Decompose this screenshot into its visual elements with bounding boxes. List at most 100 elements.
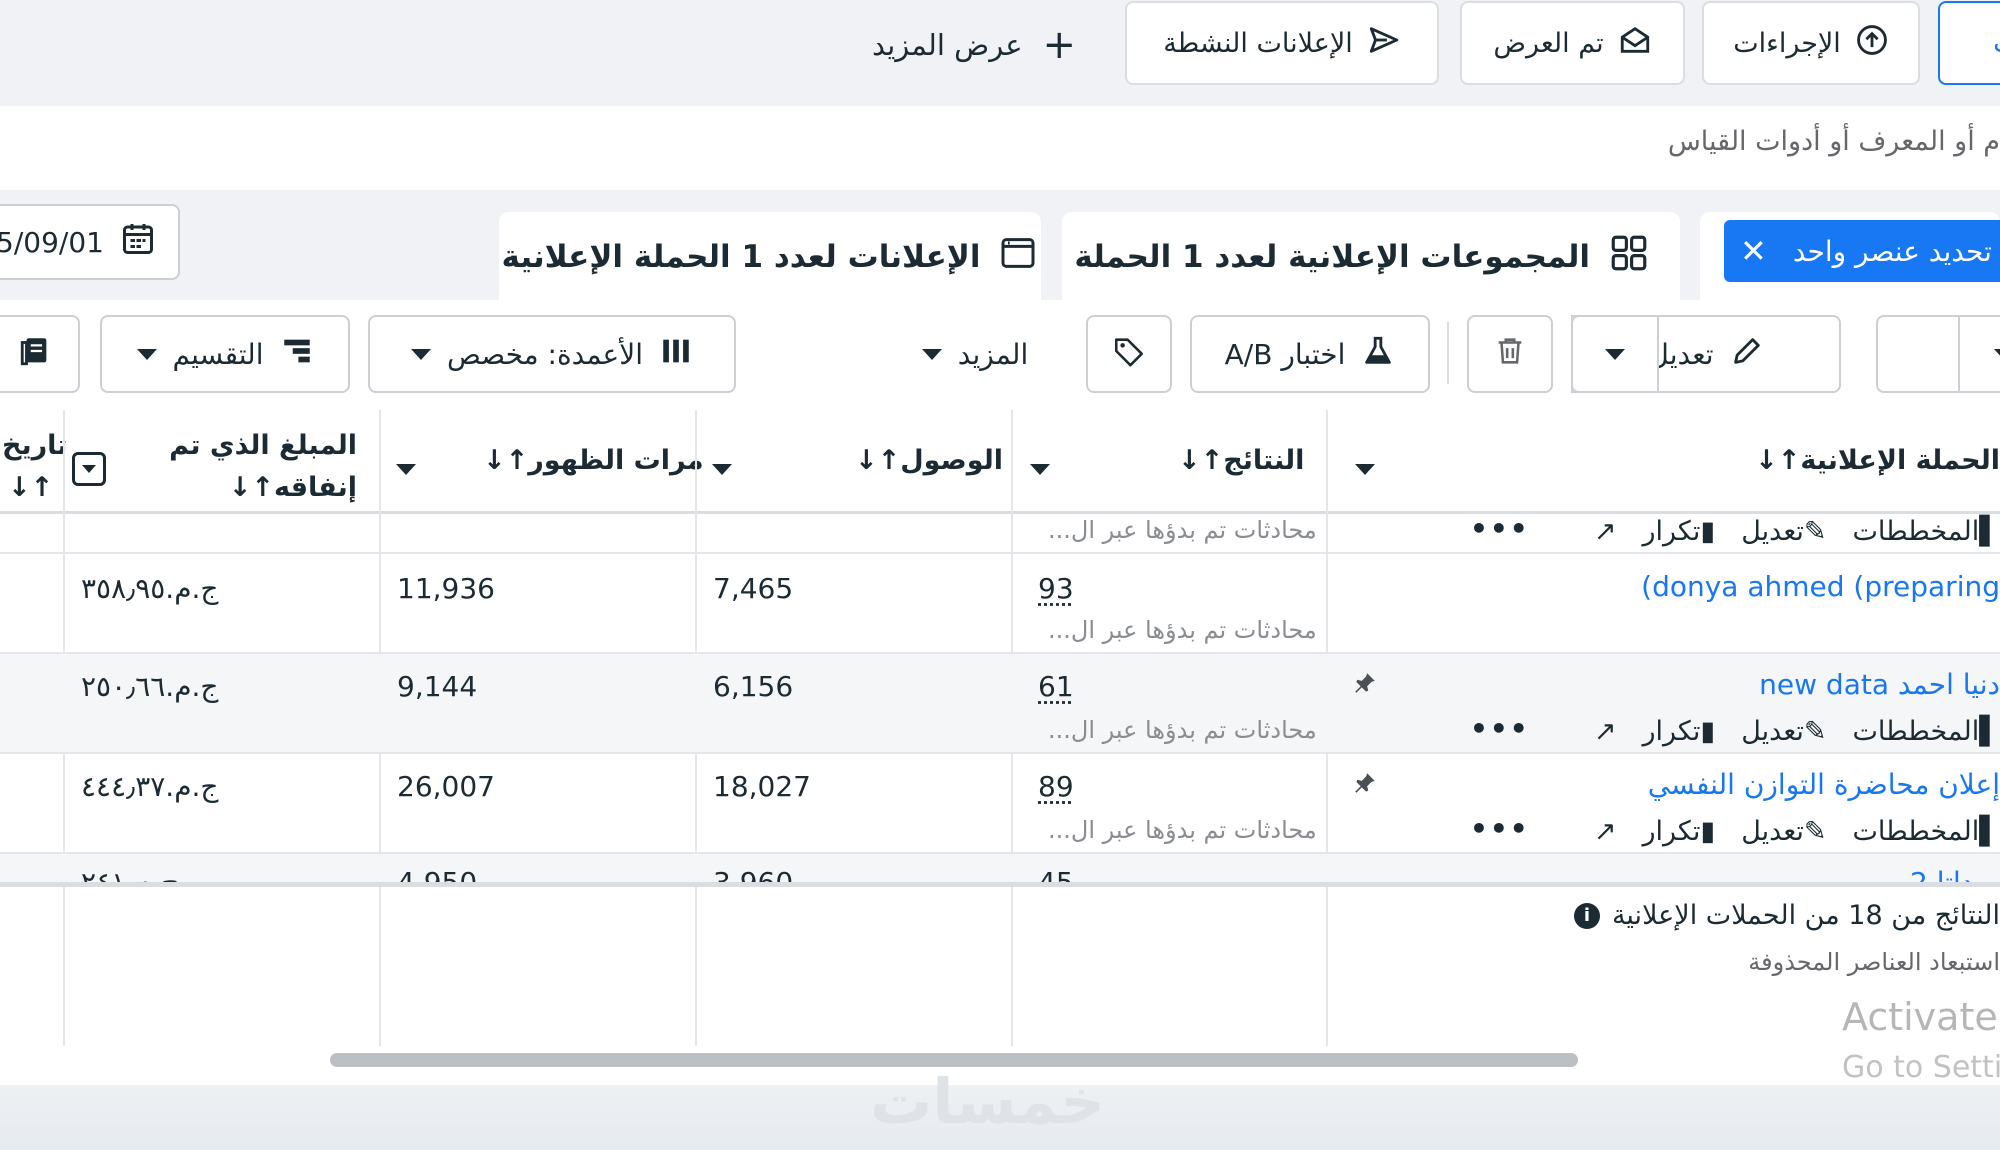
filter-actions[interactable]: الإجراءات [1702,1,1920,85]
row-more-button[interactable]: ••• [1470,812,1530,845]
row-actions: ▌المخططات ✎تعديل ▮تكرار ↗ [1594,516,2000,547]
row-actions: ▌المخططات ✎تعديل ▮تكرار ↗ [1594,816,2000,847]
more-views-button[interactable]: + عرض المزيد [872,22,1076,68]
duplicate-label: تكرار [1642,816,1700,847]
campaign-name-link[interactable]: ...داتا 2 [1910,866,2000,887]
more-button[interactable]: المزيد [900,315,1050,393]
reports-button[interactable] [0,315,80,393]
search-input[interactable]: م أو المعرف أو أدوات القياس [1668,126,2000,157]
edit-dropdown-button[interactable] [1571,315,1659,393]
external-link-icon[interactable]: ↗ [1594,516,1617,547]
activate-windows-overlay: Activate [1842,995,1998,1039]
header-reach[interactable]: الوصول↑↓ [855,445,1003,476]
duplicate-icon: ▮ [1700,516,1715,547]
header-campaign[interactable]: الحملة الإعلانية↑↓ [1755,445,2000,476]
duplicate-link[interactable]: ▮تكرار [1642,716,1715,747]
external-link-icon[interactable]: ↗ [1594,716,1617,747]
spent-value: ج.م.‏٢٥٠٫٦٦ [81,670,219,703]
filter-active-ads-label: الإعلانات النشطة [1163,28,1352,59]
watermark-logo: خمسات [870,1065,1105,1138]
tab-ad-sets[interactable]: المجموعات الإعلانية لعدد 1 الحملة الإ [1062,212,1680,302]
row-more-button[interactable]: ••• [1470,512,1530,545]
chart-icon: ▌ [1979,816,2000,847]
date-range-label: 5/09/01 [0,226,104,259]
tag-button[interactable] [1086,315,1172,393]
results-value[interactable]: 61 [1038,670,1074,703]
split-divider [1958,317,1960,391]
close-icon[interactable]: ✕ [1740,232,1767,270]
results-value[interactable]: 89 [1038,770,1074,803]
plus-icon: + [1043,25,1077,65]
results-subtext: محادثات تم بدؤها عبر ال... [1048,616,1317,644]
filter-delivered[interactable]: تم العرض [1460,1,1685,85]
flask-icon [1361,334,1395,375]
duplicate-link[interactable]: ▮تكرار [1642,516,1715,547]
pin-icon[interactable] [1352,770,1378,796]
create-dropdown-button[interactable] [1876,315,2000,393]
pencil-icon: ✎ [1804,516,1827,547]
header-spent-line2[interactable]: إنفاقه↑↓ [229,472,357,503]
selected-items-chip[interactable]: ✕ تحديد عنصر واحد [1724,220,2000,282]
external-link-icon[interactable]: ↗ [1594,816,1617,847]
chevron-down-icon [1605,349,1625,360]
edit-link[interactable]: ✎تعديل [1741,816,1826,847]
header-spent-line1[interactable]: المبلغ الذي تم [169,430,357,461]
trash-icon [1493,334,1527,375]
ab-test-button[interactable]: اختبار A/B [1190,315,1430,393]
impressions-value: 11,936 [397,572,495,605]
edit-link[interactable]: ✎تعديل [1741,516,1826,547]
charts-label: المخططات [1853,516,1980,547]
charts-link[interactable]: ▌المخططات [1853,516,2000,547]
chevron-down-icon [1355,464,1375,475]
header-impressions[interactable]: مرات الظهور↑↓ [483,445,704,476]
charts-link[interactable]: ▌المخططات [1853,716,2000,747]
chevron-down-icon [1030,464,1050,475]
duplicate-link[interactable]: ▮تكرار [1642,816,1715,847]
header-impressions-menu[interactable] [396,460,416,479]
header-spent-menu[interactable] [72,452,106,486]
chart-icon: ▌ [1979,516,2000,547]
header-date-line1[interactable]: تاريخ [2,430,67,461]
columns-button[interactable]: الأعمدة: مخصص [368,315,736,393]
columns-label: الأعمدة: مخصص [447,338,643,371]
date-range-button[interactable]: 5/09/01 [0,204,180,280]
header-reach-menu[interactable] [712,460,732,479]
campaign-name-link[interactable]: (donya ahmed (preparing [1641,570,2000,603]
info-icon[interactable]: i [1574,903,1600,929]
filter-tab-campaigns[interactable]: ات [1938,1,2000,85]
charts-label: المخططات [1853,816,1980,847]
tab-ads[interactable]: الإعلانات لعدد 1 الحملة الإعلانية [499,212,1041,302]
reach-value: 6,156 [713,670,793,703]
breakdown-button[interactable]: التقسيم [100,315,350,393]
edit-link-label: تعديل [1741,816,1804,847]
header-campaign-menu[interactable] [1355,460,1375,479]
campaign-name-link[interactable]: دنيا احمد new data [1759,668,2000,701]
table-row: ...داتا 2 45 3,960 4,950 ج.م.‏٢٤١ [0,854,2000,887]
pin-icon[interactable] [1352,670,1378,696]
campaign-name-link[interactable]: إعلان محاضرة التوازن النفسي [1648,768,2000,801]
breakdown-icon [280,334,314,375]
reach-value: 7,465 [713,572,793,605]
row-more-button[interactable]: ••• [1470,712,1530,745]
charts-link[interactable]: ▌المخططات [1853,816,2000,847]
results-value[interactable]: 45 [1038,866,1074,887]
results-value[interactable]: 93 [1038,572,1074,605]
reach-value: 3,960 [713,866,793,887]
more-views-label: عرض المزيد [872,28,1023,62]
delete-button[interactable] [1467,315,1553,393]
edit-link[interactable]: ✎تعديل [1741,716,1826,747]
ad-square-icon [998,233,1038,281]
header-date-line2[interactable]: ↑↓ [8,472,53,503]
ab-test-label: اختبار A/B [1225,338,1346,371]
header-results-menu[interactable] [1030,460,1050,479]
header-results[interactable]: النتائج↑↓ [1178,445,1304,476]
spent-value: ج.م.‏٢٤١ [81,866,179,887]
impressions-value: 9,144 [397,670,477,703]
edit-link-label: تعديل [1741,716,1804,747]
impressions-value: 4,950 [397,866,477,887]
filter-active-ads[interactable]: الإعلانات النشطة [1125,1,1439,85]
chevron-down-icon [82,465,96,473]
pencil-icon: ✎ [1804,716,1827,747]
spent-value: ج.م.‏٣٥٨٫٩٥ [81,572,219,605]
breakdown-label: التقسيم [173,338,264,371]
